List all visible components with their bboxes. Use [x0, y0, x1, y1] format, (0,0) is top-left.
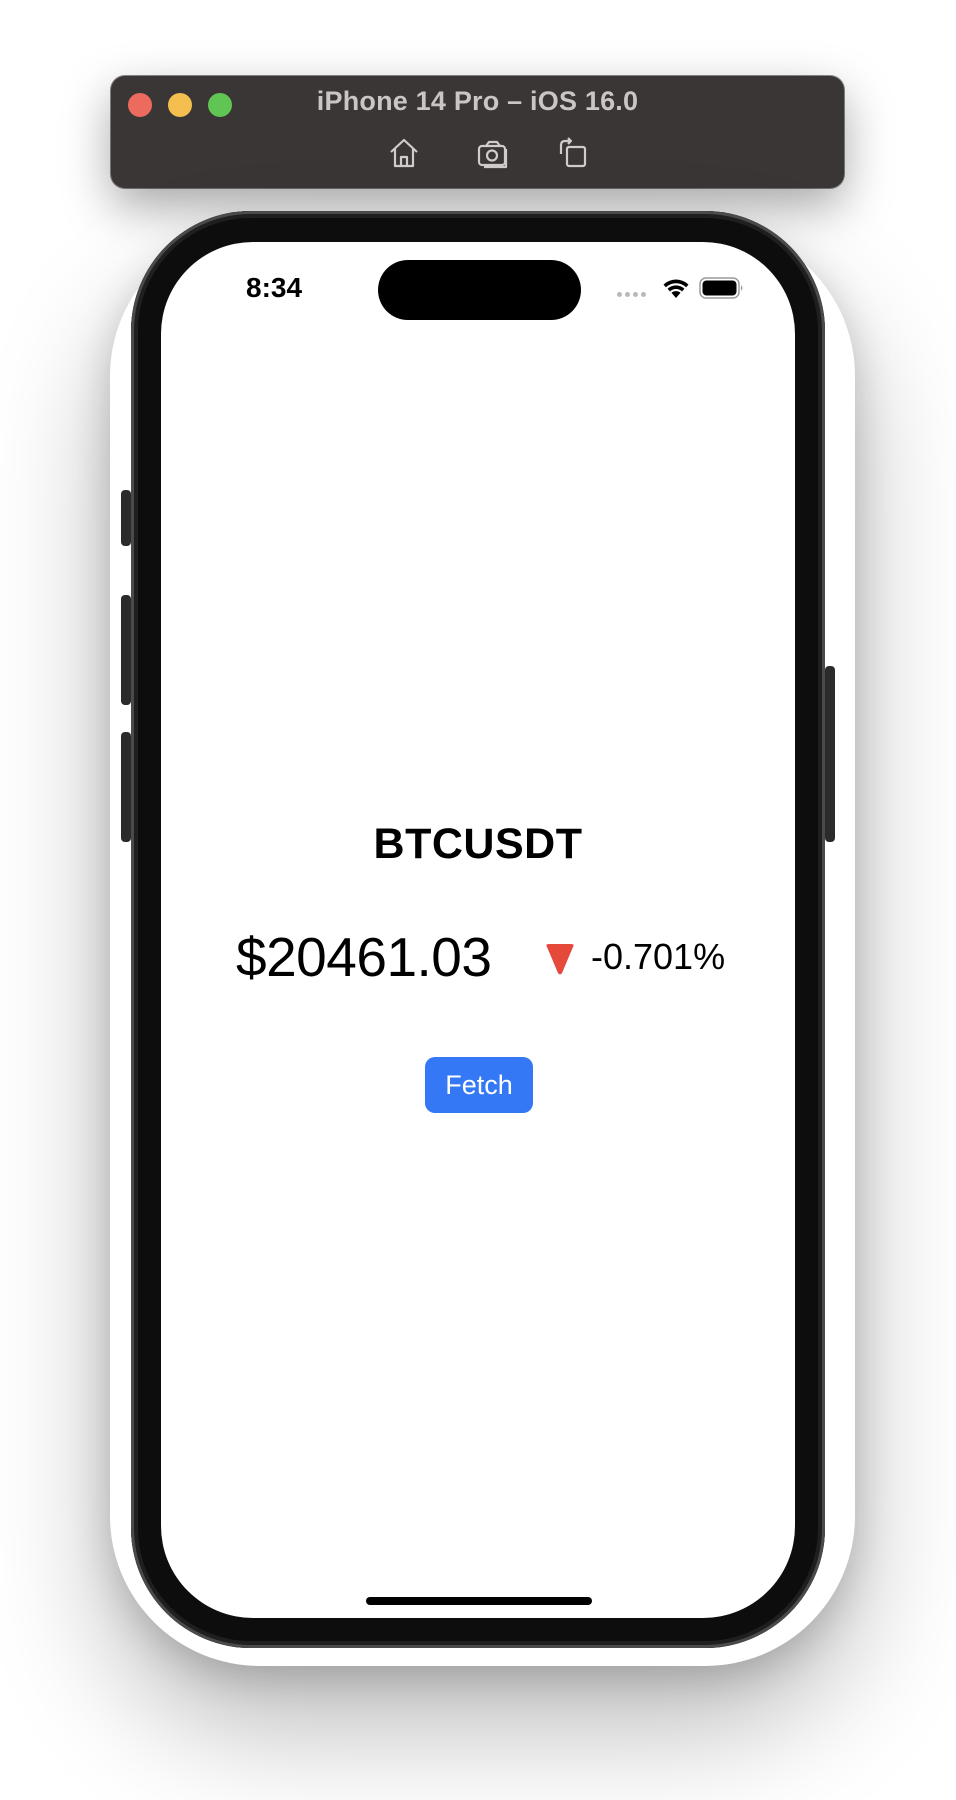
- volume-up-button[interactable]: [121, 595, 131, 705]
- power-button[interactable]: [825, 666, 835, 842]
- price-change-percent: -0.701%: [591, 936, 726, 977]
- ticker-symbol: BTCUSDT: [373, 820, 583, 868]
- home-icon[interactable]: [387, 136, 421, 170]
- status-time: 8:34: [246, 272, 303, 303]
- rotate-icon[interactable]: [556, 136, 590, 170]
- device-screen: 8:34 BTCUSDT $20461.03 -0.701% Fetch: [161, 242, 795, 1618]
- cellular-signal-icon: [617, 292, 646, 297]
- home-indicator: [366, 1597, 592, 1605]
- down-triangle-icon: [545, 944, 575, 976]
- window-title: iPhone 14 Pro – iOS 16.0: [316, 86, 639, 116]
- battery-icon: [699, 277, 745, 299]
- ticker-price: $20461.03: [236, 926, 492, 988]
- wifi-icon: [661, 276, 691, 300]
- dynamic-island: [378, 260, 581, 320]
- screenshot-icon[interactable]: [476, 136, 510, 170]
- action-button[interactable]: [121, 490, 131, 546]
- volume-down-button[interactable]: [121, 732, 131, 842]
- fetch-button[interactable]: Fetch: [425, 1057, 533, 1113]
